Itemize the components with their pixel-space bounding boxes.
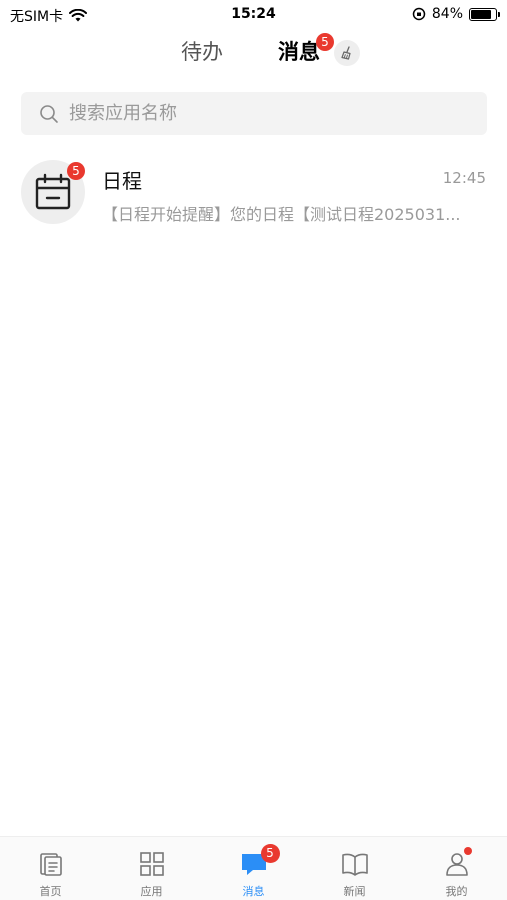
- message-title: 日程: [102, 169, 142, 193]
- tab-todo[interactable]: 待办: [181, 36, 223, 68]
- status-bar: 无SIM卡 15:24 84%: [0, 0, 507, 30]
- book-icon: [340, 849, 370, 879]
- search-bar[interactable]: [21, 92, 487, 135]
- calendar-icon: [35, 173, 71, 210]
- user-icon: [442, 847, 472, 879]
- nav-messages-badge: 5: [260, 844, 280, 863]
- status-right: 84%: [412, 6, 500, 22]
- chat-bubble-icon: 5: [239, 844, 280, 879]
- grid-icon: [137, 849, 167, 879]
- battery-icon: [469, 7, 500, 21]
- clear-unread-button[interactable]: [334, 40, 360, 66]
- list-item[interactable]: 5 日程 12:45 【日程开始提醒】您的日程【测试日程2025031...: [0, 150, 507, 232]
- search-icon: [40, 104, 58, 123]
- unread-badge: 5: [67, 162, 85, 180]
- nav-apps[interactable]: 应用: [101, 837, 202, 900]
- top-tabs: 待办 消息 5: [0, 33, 507, 70]
- bottom-nav: 首页 应用 5 消息 新闻 我的: [0, 836, 507, 900]
- broom-icon: [341, 46, 351, 60]
- nav-home[interactable]: 首页: [0, 837, 101, 900]
- nav-news-label: 新闻: [343, 885, 366, 898]
- nav-messages-label: 消息: [242, 885, 265, 898]
- orientation-lock-icon: [412, 7, 426, 21]
- battery-percent: 84%: [431, 6, 463, 22]
- nav-mine[interactable]: 我的: [406, 837, 507, 900]
- nav-home-label: 首页: [39, 885, 62, 898]
- messages-tab-badge: 5: [316, 33, 334, 51]
- search-input[interactable]: [69, 103, 449, 124]
- nav-apps-label: 应用: [140, 885, 163, 898]
- message-preview: 【日程开始提醒】您的日程【测试日程2025031...: [102, 205, 461, 224]
- nav-mine-label: 我的: [445, 885, 468, 898]
- nav-messages[interactable]: 5 消息: [203, 837, 304, 900]
- tab-messages[interactable]: 消息: [278, 36, 320, 68]
- nav-news[interactable]: 新闻: [304, 837, 405, 900]
- battery-level: [471, 9, 492, 19]
- message-time: 12:45: [442, 169, 486, 187]
- notification-dot: [463, 847, 472, 855]
- home-icon: [36, 849, 66, 879]
